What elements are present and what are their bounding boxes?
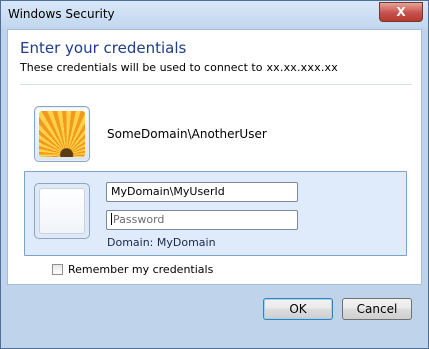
- password-placeholder: Password: [113, 213, 165, 226]
- dialog-subtitle: These credentials will be used to connec…: [20, 61, 338, 74]
- user-picture-flower-icon: [39, 111, 85, 157]
- username-field[interactable]: MyDomain\MyUserId: [106, 182, 298, 202]
- windows-security-dialog: Windows Security X Enter your credential…: [0, 0, 429, 349]
- blank-user-tile-inner: [39, 188, 85, 234]
- text-caret: [111, 213, 112, 225]
- cancel-button[interactable]: Cancel: [342, 298, 412, 320]
- remember-credentials[interactable]: Remember my credentials: [52, 263, 213, 276]
- credential-panel[interactable]: MyDomain\MyUserId Password Domain: MyDom…: [24, 171, 407, 256]
- saved-user-tile[interactable]: [34, 106, 90, 162]
- saved-user-name[interactable]: SomeDomain\AnotherUser: [107, 127, 267, 141]
- password-field[interactable]: Password: [106, 210, 298, 230]
- close-button[interactable]: X: [379, 2, 423, 22]
- domain-label: Domain: MyDomain: [107, 236, 216, 249]
- close-icon: X: [396, 5, 406, 19]
- server-address: xx.xx.xxx.xx: [266, 61, 338, 74]
- dialog-heading: Enter your credentials: [20, 39, 187, 57]
- dialog-content: Enter your credentials These credentials…: [7, 29, 422, 285]
- remember-label[interactable]: Remember my credentials: [68, 263, 213, 276]
- window-title: Windows Security: [8, 7, 115, 21]
- subtitle-text: These credentials will be used to connec…: [20, 61, 263, 74]
- header-divider: [20, 84, 412, 85]
- blank-user-tile-icon: [34, 183, 90, 239]
- remember-checkbox[interactable]: [52, 264, 63, 275]
- title-bar: Windows Security X: [1, 1, 428, 29]
- ok-button[interactable]: OK: [263, 298, 333, 320]
